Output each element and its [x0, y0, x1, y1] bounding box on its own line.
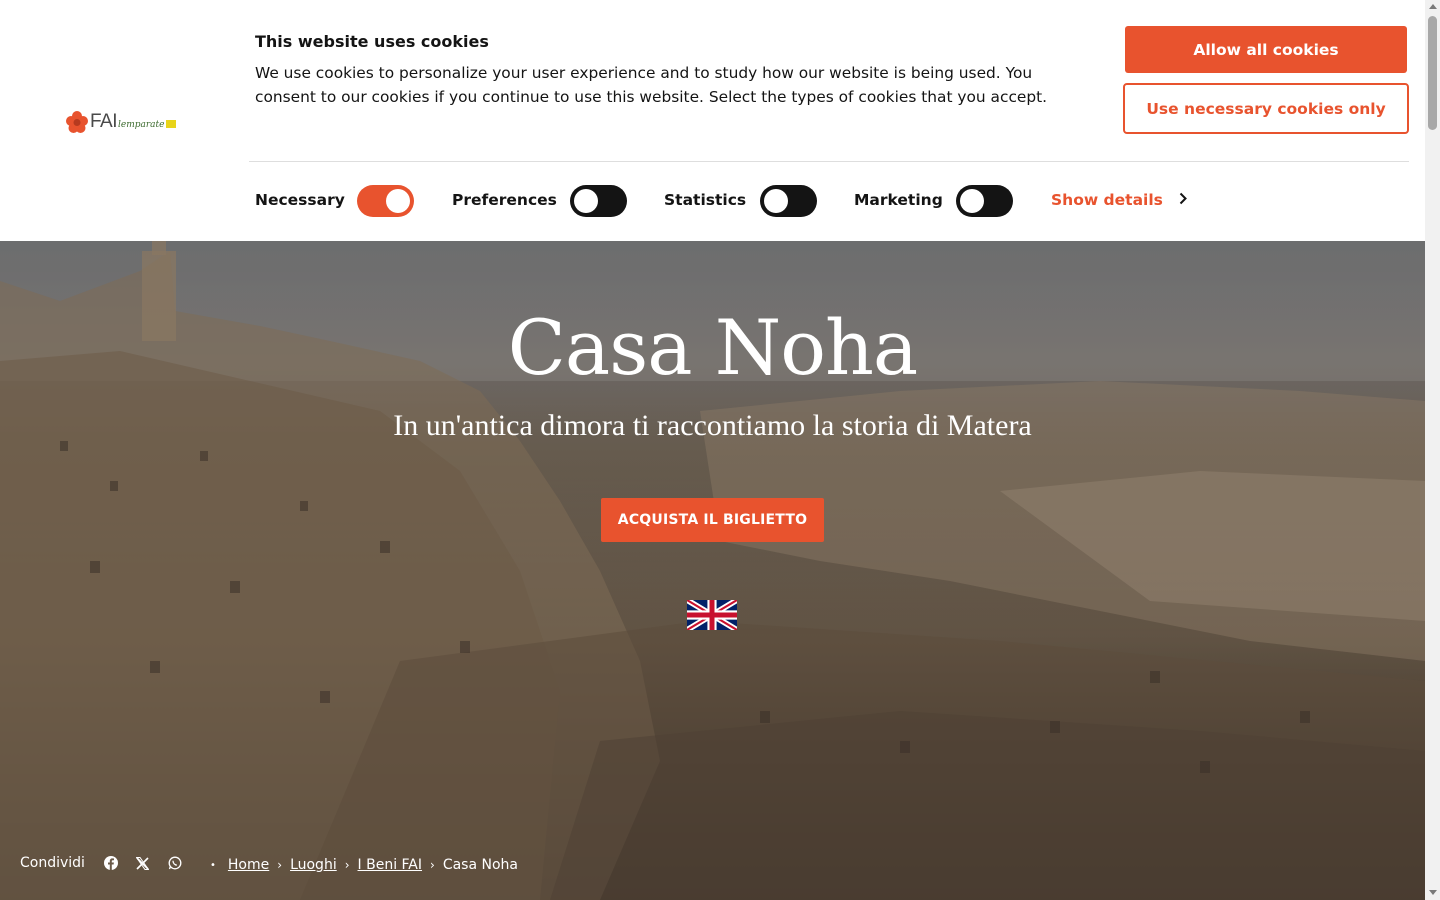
scroll-down-arrow-icon[interactable] — [1429, 890, 1437, 895]
necessary-toggle[interactable] — [357, 185, 414, 217]
logo-badge — [165, 120, 176, 128]
flower-logo-icon — [66, 111, 88, 133]
logo-text: FAI — [90, 111, 118, 132]
hero-subtitle: In un'antica dimora ti raccontiamo la st… — [393, 409, 1032, 442]
logo-script: lemparate — [118, 120, 165, 130]
toggle-knob — [574, 189, 598, 213]
show-details-label: Show details — [1051, 191, 1163, 209]
breadcrumb-separator: › — [344, 858, 350, 872]
hero-section: Casa Noha In un'antica dimora ti raccont… — [0, 241, 1425, 900]
facebook-icon[interactable] — [103, 856, 118, 870]
uk-flag-icon[interactable] — [685, 597, 739, 633]
necessary-cookies-only-button[interactable]: Use necessary cookies only — [1123, 83, 1409, 134]
breadcrumb-luoghi[interactable]: Luoghi — [290, 857, 337, 873]
toggle-knob — [960, 189, 984, 213]
breadcrumb-bullet: • — [210, 859, 216, 871]
toggle-label-preferences: Preferences — [452, 191, 557, 209]
breadcrumb-current: Casa Noha — [442, 857, 518, 873]
marketing-toggle[interactable] — [956, 185, 1013, 217]
fai-logo[interactable]: FAI lemparate — [66, 105, 176, 139]
hero-title: Casa Noha — [507, 303, 918, 392]
toggle-label-statistics: Statistics — [664, 191, 747, 209]
breadcrumb-separator: › — [430, 858, 435, 872]
chevron-right-icon — [1179, 191, 1187, 209]
allow-all-cookies-button[interactable]: Allow all cookies — [1125, 26, 1407, 73]
scroll-up-arrow-icon[interactable] — [1429, 4, 1437, 9]
toggle-label-necessary: Necessary — [255, 191, 345, 209]
statistics-toggle[interactable] — [760, 185, 817, 217]
cookie-banner: FAI lemparate This website uses cookies … — [0, 0, 1425, 241]
toggle-knob — [764, 189, 788, 213]
breadcrumb-separator: › — [277, 858, 283, 872]
toggle-label-marketing: Marketing — [854, 191, 943, 209]
x-twitter-icon[interactable] — [136, 856, 150, 870]
show-details-link[interactable]: Show details — [1051, 191, 1187, 209]
preferences-toggle[interactable] — [570, 185, 627, 217]
cookie-title: This website uses cookies — [255, 32, 489, 51]
cookie-divider — [249, 161, 1409, 162]
breadcrumb-beni-fai[interactable]: I Beni FAI — [358, 857, 422, 873]
share-label: Condividi — [20, 855, 85, 871]
breadcrumb: • Home › Luoghi › I Beni FAI › Casa Noha — [210, 857, 518, 873]
breadcrumb-home[interactable]: Home — [228, 857, 269, 873]
scroll-thumb[interactable] — [1428, 16, 1437, 130]
page-scrollbar[interactable] — [1425, 0, 1440, 900]
share-bar: Condividi — [20, 855, 200, 871]
whatsapp-icon[interactable] — [168, 856, 182, 870]
toggle-knob — [386, 189, 410, 213]
cookie-description: We use cookies to personalize your user … — [255, 64, 1048, 106]
buy-ticket-button[interactable]: ACQUISTA IL BIGLIETTO — [601, 498, 824, 542]
